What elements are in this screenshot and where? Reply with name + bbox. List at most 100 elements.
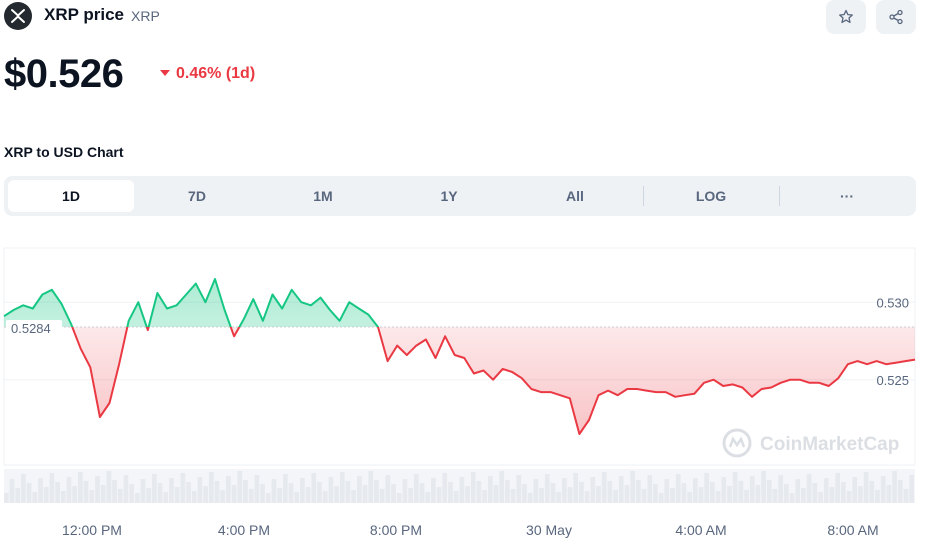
volume-bar (710, 482, 715, 503)
volume-bar (863, 472, 869, 503)
watermark-logo-mark (728, 436, 746, 448)
volume-bar (681, 483, 687, 503)
volume-bar (590, 477, 596, 503)
x-tick-label: 4:00 PM (218, 522, 270, 538)
tab-1y[interactable]: 1Y (386, 180, 512, 212)
x-tick-label: 4:00 AM (675, 522, 726, 538)
volume-bar (265, 493, 271, 503)
volume-bar (641, 489, 647, 503)
coin-symbol: XRP (131, 8, 160, 24)
coin-name: XRP price (44, 5, 125, 24)
volume-bar (584, 491, 590, 503)
volume-bar (858, 486, 863, 503)
volume-bar (396, 493, 402, 503)
volume-bar (254, 475, 260, 503)
volume-bar (579, 482, 584, 503)
volume-bar (704, 473, 710, 503)
volume-bar (243, 480, 248, 503)
volume-bar (186, 482, 191, 503)
watchlist-star-button[interactable] (826, 0, 866, 34)
volume-bar (470, 472, 476, 503)
tab-more[interactable]: ··· (784, 180, 910, 212)
volume-bar (453, 491, 459, 503)
volume-bar (21, 474, 26, 503)
price-chart[interactable]: 0.530 0.525 0.5284 CoinMarketCap 12:00 PM 4:0… (0, 240, 942, 551)
tab-7d[interactable]: 7D (134, 180, 260, 212)
down-triangle-icon (160, 70, 170, 76)
volume-bar (322, 491, 328, 503)
volume-bar (692, 478, 698, 503)
tab-1d[interactable]: 1D (8, 180, 134, 212)
volume-bar (840, 482, 846, 503)
volume-bar (157, 483, 163, 503)
volume-bar (784, 484, 789, 503)
volume-bar (197, 477, 203, 503)
tab-log[interactable]: LOG (648, 180, 774, 212)
volume-bar (664, 479, 670, 503)
volume-bar (789, 493, 795, 503)
volume-bar (658, 493, 664, 503)
volume-bar (749, 476, 755, 503)
volume-bar (493, 485, 499, 503)
baseline-label: 0.5284 (11, 321, 51, 336)
volume-bar (630, 471, 636, 503)
volume-bar (869, 481, 875, 503)
volume-bar (78, 472, 83, 503)
volume-bar (647, 475, 653, 503)
price-change-value: 0.46% (1d) (176, 65, 256, 82)
volume-bar (402, 479, 408, 503)
volume-bar (636, 480, 641, 503)
volume-bar (134, 493, 140, 503)
tab-divider (643, 186, 644, 206)
watermark-text: CoinMarketCap (760, 434, 899, 455)
tab-all[interactable]: All (512, 180, 638, 212)
volume-bar (487, 476, 493, 503)
volume-bar (43, 487, 49, 503)
volume-bar (300, 478, 305, 503)
volume-bar (288, 483, 294, 503)
volume-bar (892, 471, 897, 503)
volume-bar (880, 476, 886, 503)
volume-bar (624, 485, 630, 503)
volume-bar (83, 481, 89, 503)
tab-1m[interactable]: 1M (260, 180, 386, 212)
volume-bar (442, 473, 448, 503)
volume-bar (277, 488, 282, 503)
volume-bar (60, 491, 66, 503)
volume-bar (670, 488, 675, 503)
volume-bar (755, 485, 761, 503)
volume-bar (391, 484, 396, 503)
volume-bar (123, 475, 129, 503)
volume-bar (516, 475, 522, 503)
x-tick-label: 12:00 PM (62, 522, 122, 538)
volume-bar (721, 477, 727, 503)
volume-bar (909, 475, 914, 503)
volume-bar (607, 481, 613, 503)
volume-bar (727, 486, 732, 503)
xrp-logo-icon (4, 2, 32, 30)
volume-bar (140, 479, 146, 503)
volume-bar (334, 486, 339, 503)
volume-bar (482, 490, 487, 503)
volume-bar (618, 476, 624, 503)
volume-bar (795, 479, 801, 503)
volume-bar (476, 481, 482, 503)
volume-bar (732, 472, 738, 503)
volume-bar (72, 486, 78, 503)
volume-bar (413, 474, 419, 503)
share-button[interactable] (876, 0, 916, 34)
volume-bar (357, 476, 362, 503)
volume-bar (886, 485, 892, 503)
volume-bar (174, 487, 180, 503)
volume-bar (317, 482, 322, 503)
volume-bar (596, 486, 601, 503)
volume-bar (163, 492, 169, 503)
volume-bar (191, 491, 197, 503)
volume-bar (544, 474, 550, 503)
volume-bar (32, 492, 38, 503)
volume-bar (510, 489, 516, 503)
y-tick-label: 0.530 (876, 295, 909, 310)
volume-bar (675, 474, 681, 503)
volume-bar (539, 488, 544, 503)
volume-bar (903, 489, 909, 503)
